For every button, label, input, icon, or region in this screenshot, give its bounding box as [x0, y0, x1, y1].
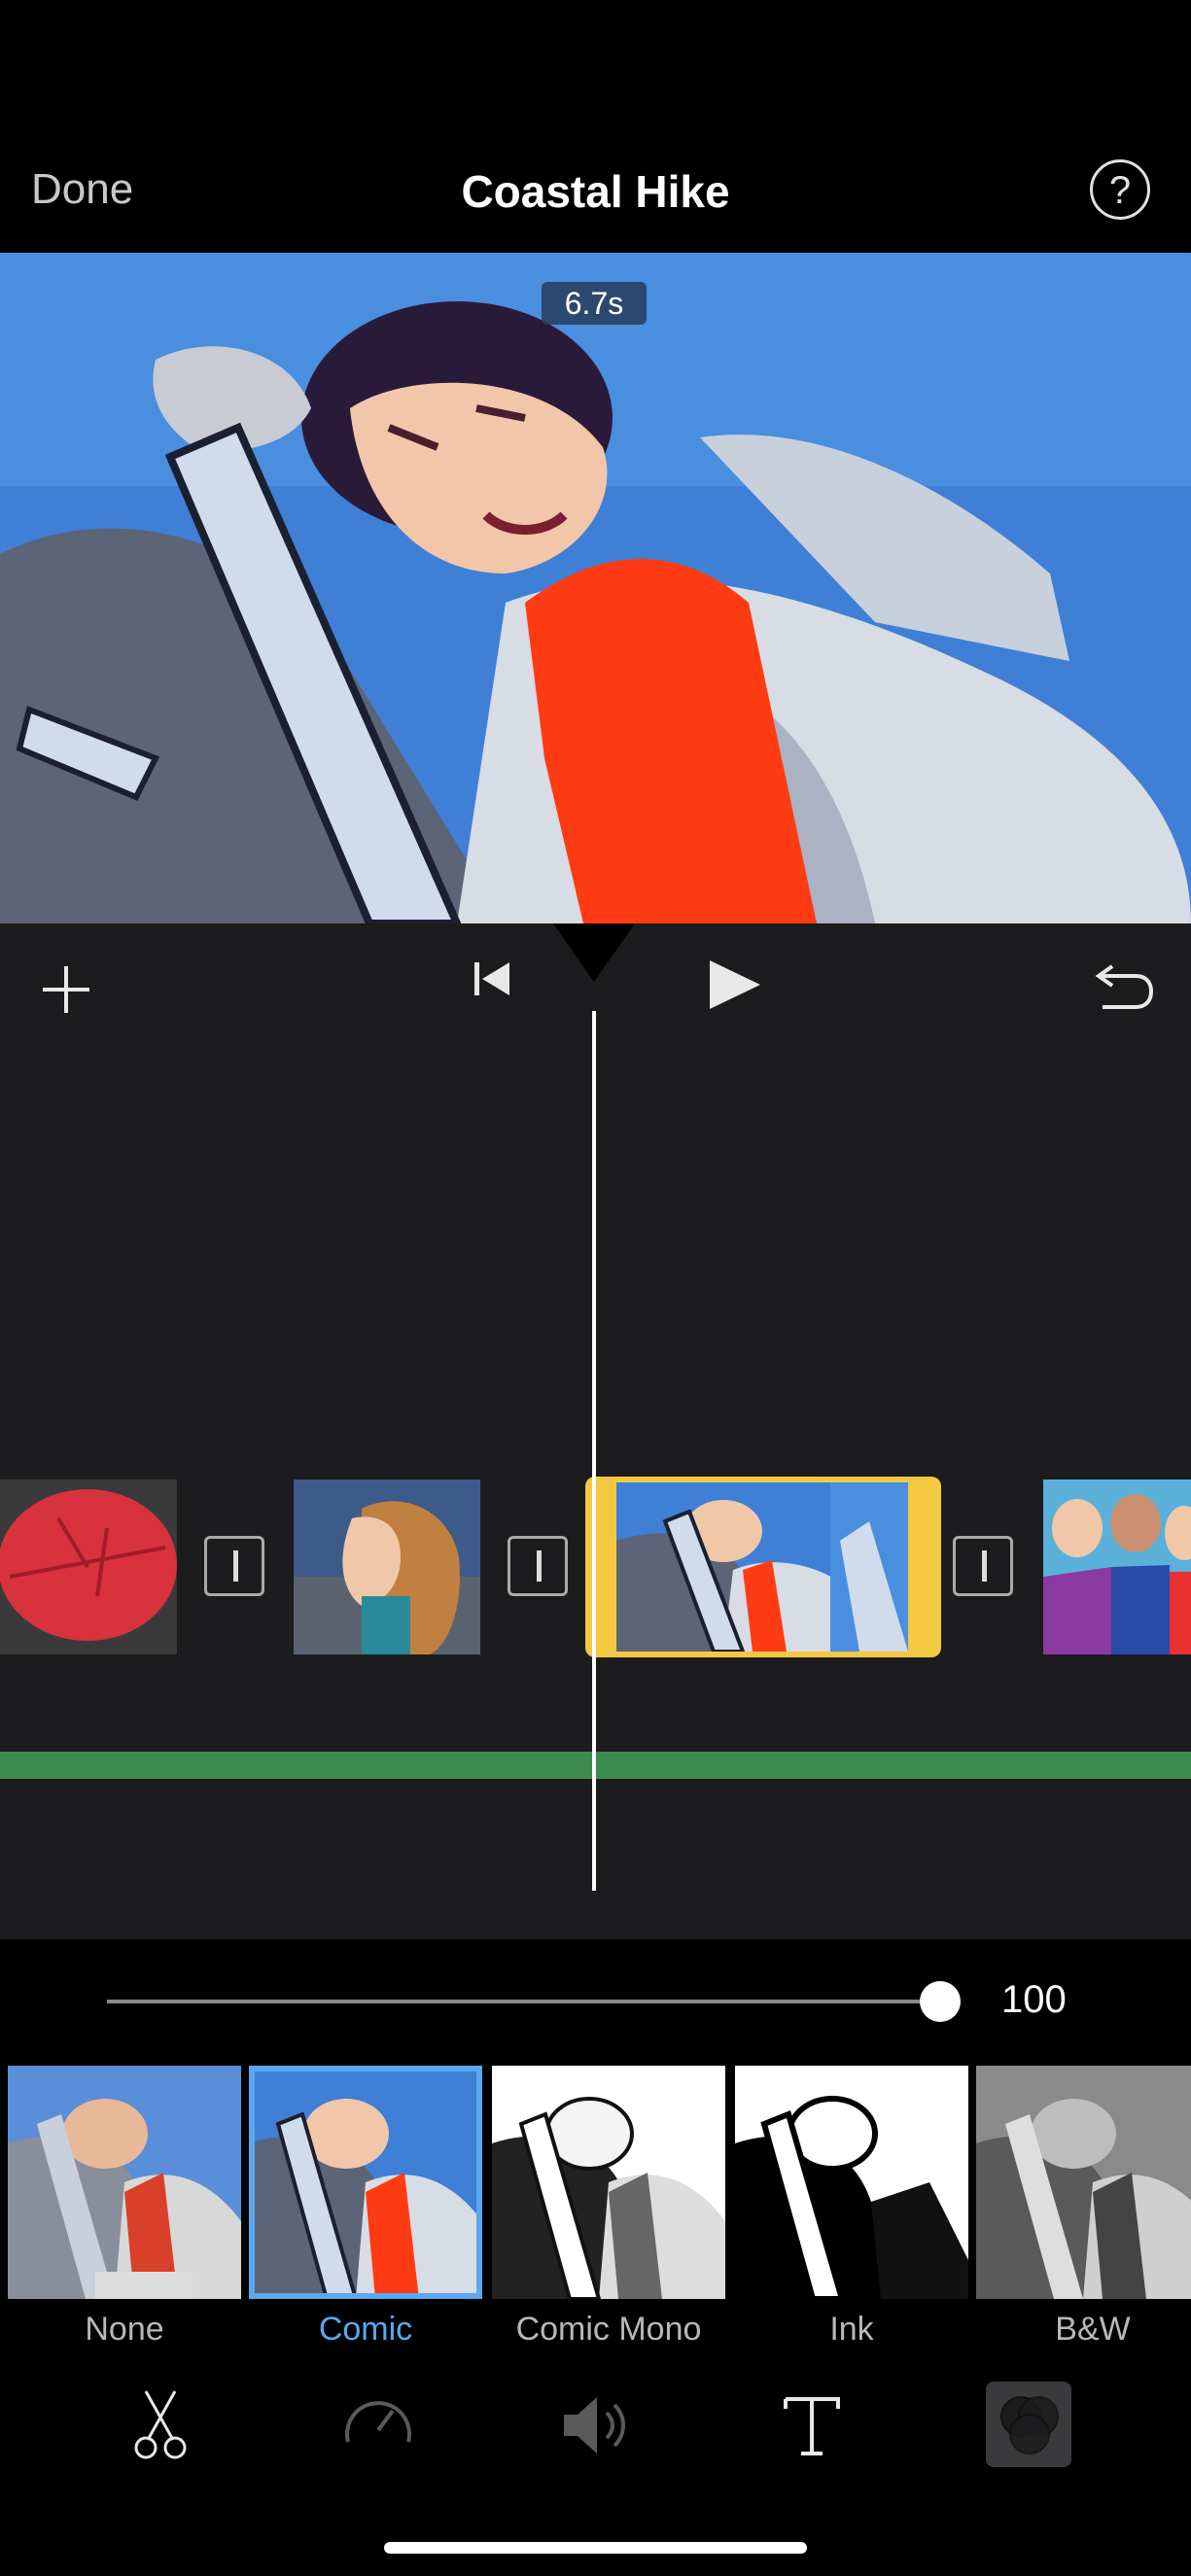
filter-comic[interactable]: Comic	[249, 2066, 482, 2348]
add-media-icon[interactable]	[39, 962, 93, 1017]
transition-button[interactable]	[204, 1536, 264, 1596]
time-badge: 6.7s	[542, 282, 647, 325]
play-icon[interactable]	[706, 957, 762, 1013]
bottom-toolbar	[0, 2357, 1191, 2576]
filter-thumbnail	[492, 2066, 725, 2299]
clip-woman-ladder-selected[interactable]	[585, 1477, 941, 1657]
speed-icon[interactable]	[334, 2382, 422, 2469]
filter-label: Ink	[829, 2311, 874, 2348]
filter-bw[interactable]: B&W	[976, 2066, 1191, 2348]
top-bar: Done Coastal Hike ?	[0, 0, 1191, 253]
project-title: Coastal Hike	[461, 166, 730, 217]
help-button[interactable]: ?	[1090, 159, 1150, 220]
clip-group-friends[interactable]	[1043, 1479, 1191, 1654]
skip-to-start-icon[interactable]	[471, 957, 515, 1001]
slider-value: 100	[1001, 1978, 1067, 2021]
clip-red-leaf[interactable]	[0, 1479, 177, 1654]
filter-label: Comic Mono	[515, 2311, 702, 2348]
playhead-marker	[553, 923, 635, 982]
filter-ink[interactable]: Ink	[735, 2066, 968, 2348]
filter-thumbnail	[249, 2066, 482, 2299]
filter-thumbnail	[976, 2066, 1191, 2299]
clip-woman-profile[interactable]	[294, 1479, 480, 1654]
video-preview[interactable]: 6.7s	[0, 253, 1191, 923]
text-icon[interactable]	[768, 2382, 856, 2469]
filters-icon[interactable]	[986, 2382, 1071, 2467]
preview-frame-image	[0, 253, 1191, 923]
filter-thumbnail	[8, 2066, 241, 2299]
filter-label: None	[85, 2311, 164, 2348]
selected-clip-frames	[616, 1482, 908, 1652]
filter-thumbnail	[735, 2066, 968, 2299]
filter-label: Comic	[318, 2311, 413, 2348]
filter-strip: None Comic Comic Mono Ink B&W	[0, 2066, 1191, 2357]
filter-none[interactable]: None	[8, 2066, 241, 2348]
slider-track[interactable]	[107, 2000, 940, 2003]
transition-button[interactable]	[953, 1536, 1013, 1596]
filter-comic-mono[interactable]: Comic Mono	[492, 2066, 725, 2348]
home-indicator	[384, 2542, 807, 2554]
filter-label: B&W	[1055, 2311, 1131, 2348]
timeline[interactable]	[0, 923, 1191, 1939]
playhead	[592, 1011, 596, 1891]
undo-icon[interactable]	[1093, 955, 1155, 1013]
scissors-icon[interactable]	[117, 2382, 204, 2469]
volume-icon[interactable]	[550, 2382, 638, 2469]
filter-intensity-slider: 100	[0, 1939, 1191, 2066]
slider-thumb[interactable]	[920, 1981, 961, 2022]
transition-button[interactable]	[508, 1536, 568, 1596]
